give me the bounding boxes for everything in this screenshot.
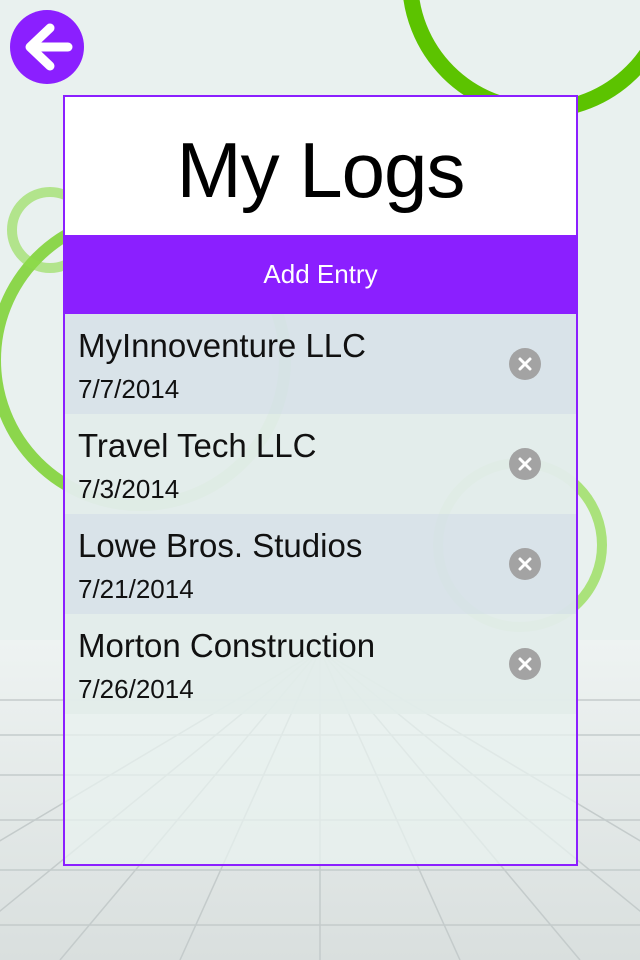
entry-date: 7/3/2014	[78, 474, 180, 504]
add-entry-button[interactable]: Add Entry	[65, 235, 576, 314]
page-title: My Logs	[176, 126, 466, 214]
close-circle-icon	[518, 657, 532, 671]
list-item[interactable]: MyInnoventure LLC 7/7/2014	[65, 314, 576, 414]
entry-date: 7/21/2014	[78, 574, 194, 604]
logs-panel: My Logs Add Entry MyInnoventure LLC 7/7/…	[63, 95, 578, 866]
arrow-left-icon	[25, 23, 73, 71]
delete-entry-button[interactable]	[509, 648, 541, 680]
entry-name: Morton Construction	[78, 627, 376, 664]
entry-date: 7/26/2014	[78, 674, 194, 704]
list-item[interactable]: Travel Tech LLC 7/3/2014	[65, 414, 576, 514]
back-button[interactable]	[10, 10, 84, 84]
delete-entry-button[interactable]	[509, 548, 541, 580]
delete-entry-button[interactable]	[509, 348, 541, 380]
entry-list: MyInnoventure LLC 7/7/2014 Travel Tech L…	[65, 314, 576, 714]
close-circle-icon	[518, 457, 532, 471]
entry-date: 7/7/2014	[78, 374, 180, 404]
panel-header: My Logs	[65, 97, 576, 235]
list-item[interactable]: Morton Construction 7/26/2014	[65, 614, 576, 714]
close-circle-icon	[518, 557, 532, 571]
close-circle-icon	[518, 357, 532, 371]
delete-entry-button[interactable]	[509, 448, 541, 480]
list-item[interactable]: Lowe Bros. Studios 7/21/2014	[65, 514, 576, 614]
entry-name: MyInnoventure LLC	[78, 327, 366, 364]
entry-name: Travel Tech LLC	[78, 427, 317, 464]
entry-name: Lowe Bros. Studios	[78, 527, 363, 564]
